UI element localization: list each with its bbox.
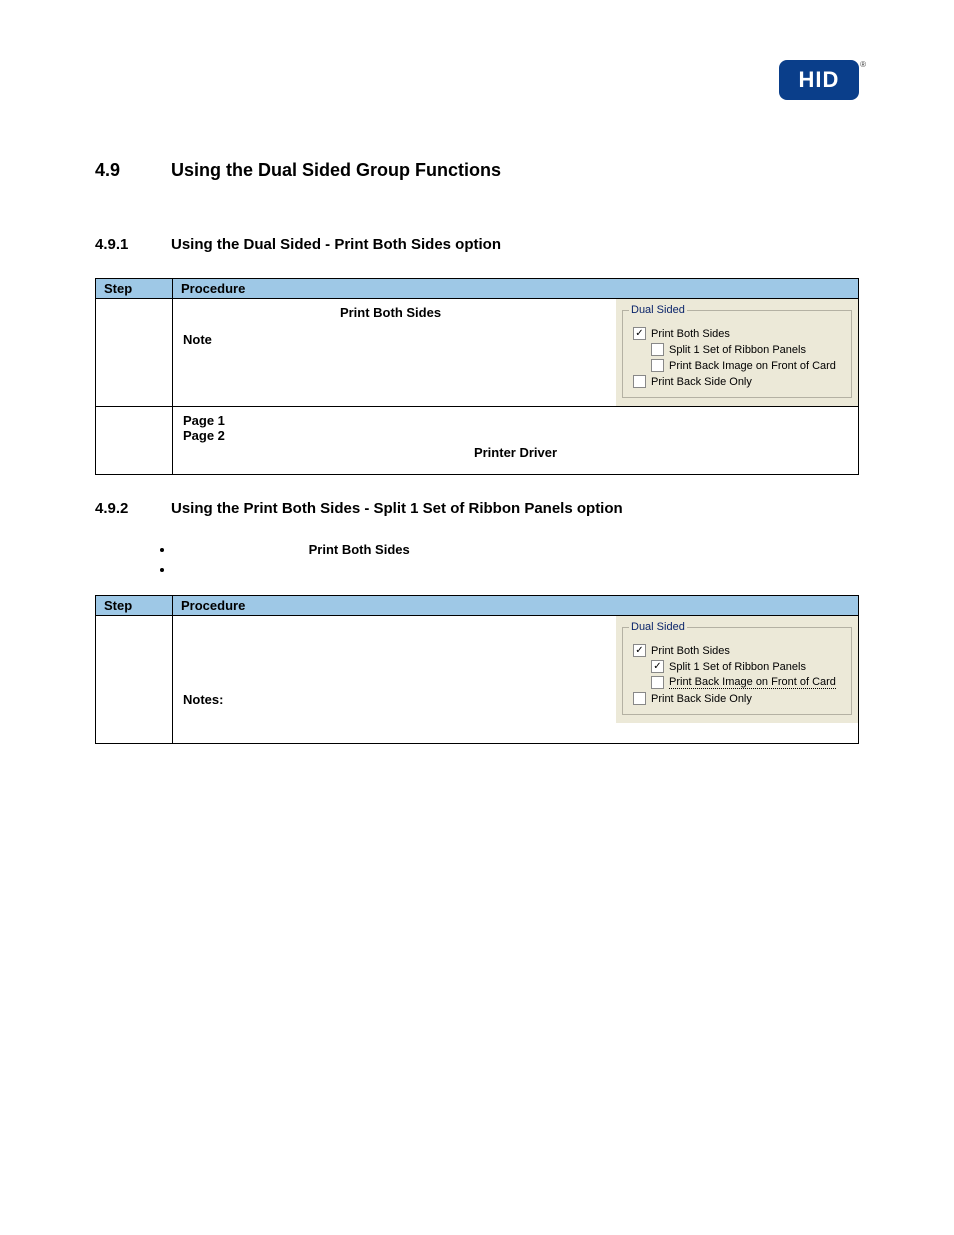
page1-label: Page 1 xyxy=(183,413,225,428)
checkbox-unchecked-icon xyxy=(633,375,646,388)
section-title: Using the Dual Sided Group Functions xyxy=(171,160,501,181)
checkbox-label: Print Back Image on Front of Card xyxy=(669,676,836,689)
checkbox-label: Print Back Side Only xyxy=(651,693,752,705)
table-row: Print Both Sides Note Dual Sided ✓ Print… xyxy=(96,299,859,407)
checkbox-checked-icon: ✓ xyxy=(651,660,664,673)
subsection-number: 4.9.1 xyxy=(95,236,171,253)
print-back-front-checkbox-row[interactable]: Print Back Image on Front of Card xyxy=(651,359,845,372)
subsection-title: Using the Dual Sided - Print Both Sides … xyxy=(171,236,501,253)
figure-cell: Dual Sided ✓ Print Both Sides Split 1 Se… xyxy=(608,299,859,407)
procedure-table-2: Step Procedure Notes: Dual Sided ✓ xyxy=(95,595,859,744)
split-ribbon-checkbox-row[interactable]: Split 1 Set of Ribbon Panels xyxy=(651,343,845,356)
printer-driver-label: Printer Driver xyxy=(474,445,557,460)
print-both-sides-checkbox-row[interactable]: ✓ Print Both Sides xyxy=(633,644,845,657)
procedure-cell: Page 1 Page 2 Printer Driver xyxy=(173,407,859,475)
page2-label: Page 2 xyxy=(183,428,225,443)
subsection-heading-1: 4.9.1 Using the Dual Sided - Print Both … xyxy=(95,236,859,253)
page: HID ® 4.9 Using the Dual Sided Group Fun… xyxy=(0,0,954,1235)
notes-label: Notes: xyxy=(183,692,223,707)
procedure-table-1: Step Procedure Print Both Sides Note Dua… xyxy=(95,278,859,475)
figure-cell: Dual Sided ✓ Print Both Sides ✓ Split 1 … xyxy=(608,616,859,744)
dual-sided-fieldset: Dual Sided ✓ Print Both Sides Split 1 Se… xyxy=(622,304,852,398)
hid-logo: HID xyxy=(779,60,859,100)
dual-sided-panel-2: Dual Sided ✓ Print Both Sides ✓ Split 1 … xyxy=(616,616,858,723)
content: 4.9 Using the Dual Sided Group Functions… xyxy=(95,160,859,744)
dual-sided-legend: Dual Sided xyxy=(629,304,687,316)
checkbox-label: Split 1 Set of Ribbon Panels xyxy=(669,661,806,673)
subsection-heading-2: 4.9.2 Using the Print Both Sides - Split… xyxy=(95,500,859,517)
print-both-sides-label: Print Both Sides xyxy=(340,305,441,320)
table-row: Page 1 Page 2 Printer Driver xyxy=(96,407,859,475)
procedure-cell: Notes: xyxy=(173,616,609,744)
print-back-only-checkbox-row[interactable]: Print Back Side Only xyxy=(633,692,845,705)
list-item xyxy=(175,562,859,577)
print-back-front-checkbox-row[interactable]: Print Back Image on Front of Card xyxy=(651,676,845,689)
step-header: Step xyxy=(96,279,173,299)
print-both-sides-bullet: Print Both Sides xyxy=(309,542,410,557)
table-header-row: Step Procedure xyxy=(96,279,859,299)
print-back-only-checkbox-row[interactable]: Print Back Side Only xyxy=(633,375,845,388)
step-header: Step xyxy=(96,596,173,616)
split-ribbon-checkbox-row[interactable]: ✓ Split 1 Set of Ribbon Panels xyxy=(651,660,845,673)
checkbox-checked-icon: ✓ xyxy=(633,644,646,657)
table-header-row: Step Procedure xyxy=(96,596,859,616)
checkbox-label: Split 1 Set of Ribbon Panels xyxy=(669,344,806,356)
procedure-header: Procedure xyxy=(173,596,859,616)
trademark-mark: ® xyxy=(860,60,866,69)
checkbox-label: Print Back Side Only xyxy=(651,376,752,388)
step-cell xyxy=(96,299,173,407)
checkbox-unchecked-icon xyxy=(633,692,646,705)
checkbox-label: Print Both Sides xyxy=(651,328,730,340)
print-both-sides-checkbox-row[interactable]: ✓ Print Both Sides xyxy=(633,327,845,340)
step-cell xyxy=(96,616,173,744)
subsection-title: Using the Print Both Sides - Split 1 Set… xyxy=(171,500,623,517)
dual-sided-legend: Dual Sided xyxy=(629,621,687,633)
step-cell xyxy=(96,407,173,475)
dual-sided-panel-1: Dual Sided ✓ Print Both Sides Split 1 Se… xyxy=(616,299,858,406)
section-number: 4.9 xyxy=(95,160,171,181)
note-label: Note xyxy=(183,332,212,347)
procedure-cell: Print Both Sides Note xyxy=(173,299,609,407)
checkbox-unchecked-icon xyxy=(651,343,664,356)
checkbox-label: Print Both Sides xyxy=(651,645,730,657)
checkbox-label: Print Back Image on Front of Card xyxy=(669,360,836,372)
checkbox-unchecked-icon xyxy=(651,359,664,372)
list-item: Print Both Sides xyxy=(175,542,859,557)
section-heading: 4.9 Using the Dual Sided Group Functions xyxy=(95,160,859,181)
bullet-list: Print Both Sides xyxy=(175,542,859,577)
procedure-header: Procedure xyxy=(173,279,859,299)
checkbox-checked-icon: ✓ xyxy=(633,327,646,340)
dual-sided-fieldset: Dual Sided ✓ Print Both Sides ✓ Split 1 … xyxy=(622,621,852,715)
subsection-number: 4.9.2 xyxy=(95,500,171,517)
checkbox-unchecked-icon xyxy=(651,676,664,689)
table-row: Notes: Dual Sided ✓ Print Both Sides ✓ xyxy=(96,616,859,744)
